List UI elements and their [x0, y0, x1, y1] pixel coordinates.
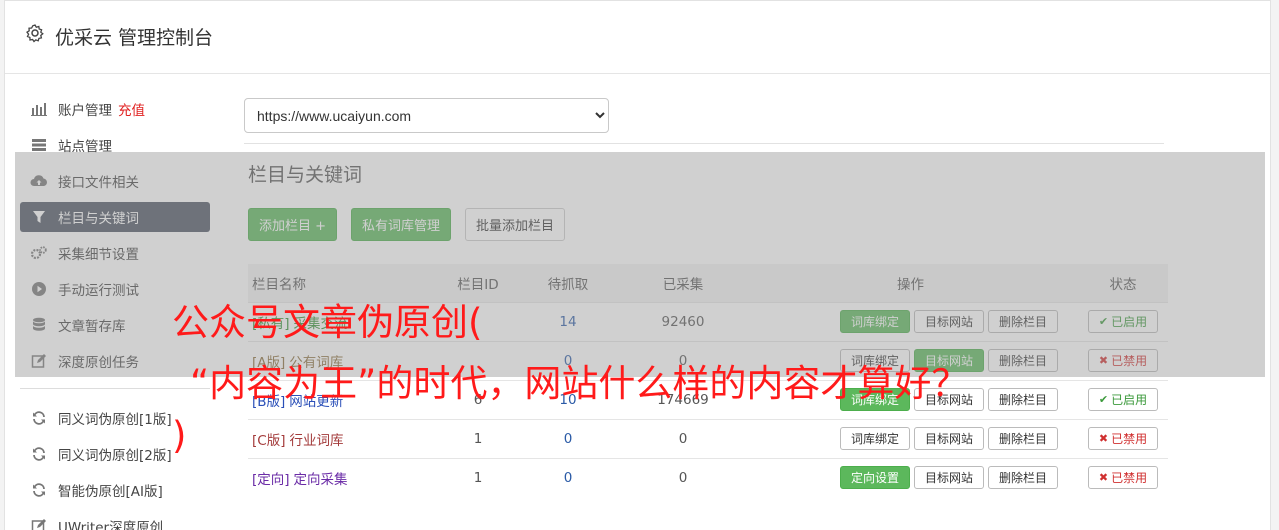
overlay-caption-line3: ): [172, 414, 187, 457]
sidebar-item-uwriter[interactable]: UWriter深度原创: [20, 511, 210, 530]
status-cell: ✖ 已禁用: [1078, 457, 1168, 497]
check-icon: ✔: [1098, 393, 1109, 406]
divider: [244, 143, 1164, 144]
sidebar-item-label: 智能伪原创[AI版]: [58, 484, 163, 500]
sidebar-item-account[interactable]: 账户管理 充值: [20, 94, 210, 124]
sidebar-item-label: 账户管理: [58, 103, 112, 119]
column-name-cell: [C版] 行业词库: [248, 418, 443, 458]
actions-cell: 定向设置 目标网站 删除栏目: [743, 457, 1078, 497]
main-content: https://www.ucaiyun.com 栏目与关键词 添加栏目 + 私有…: [244, 98, 1168, 497]
sidebar-item-label: 同义词伪原创[2版]: [58, 448, 172, 464]
refresh-icon: [30, 445, 48, 463]
table-row: [定向] 定向采集 1 0 0 定向设置 目标网站 删除栏目 ✖ 已禁用: [248, 457, 1168, 497]
status-toggle[interactable]: ✖ 已禁用: [1087, 427, 1159, 450]
pending-count: 0: [513, 418, 623, 458]
target-site-button[interactable]: 目标网站: [913, 466, 984, 490]
column-id: 1: [443, 457, 513, 497]
refresh-icon: [30, 409, 48, 427]
close-icon: ✖: [1098, 471, 1109, 485]
status-toggle[interactable]: ✖ 已禁用: [1087, 466, 1159, 490]
collected-count: 0: [623, 418, 743, 458]
pending-count: 0: [513, 457, 623, 497]
delete-column-button[interactable]: 删除栏目: [987, 466, 1058, 490]
delete-column-button[interactable]: 删除栏目: [987, 388, 1058, 411]
refresh-icon: [30, 481, 48, 499]
table-row: [C版] 行业词库 1 0 0 词库绑定 目标网站 删除栏目 ✖ 已禁用: [248, 418, 1168, 458]
column-name-cell: [定向] 定向采集: [248, 457, 443, 497]
sidebar-divider: [20, 388, 210, 389]
gear-icon: [26, 24, 44, 43]
status-cell: ✔ 已启用: [1078, 379, 1168, 419]
actions-cell: 词库绑定 目标网站 删除栏目: [743, 418, 1078, 458]
close-icon: ✖: [1098, 432, 1109, 445]
page-title: 优采云 管理控制台: [55, 27, 214, 49]
sidebar-item-ai[interactable]: 智能伪原创[AI版]: [20, 475, 210, 505]
header: 优采云 管理控制台: [5, 1, 1270, 74]
directed-settings-button[interactable]: 定向设置: [839, 466, 910, 490]
delete-column-button[interactable]: 删除栏目: [987, 427, 1058, 450]
target-site-button[interactable]: 目标网站: [913, 427, 984, 450]
status-cell: ✖ 已禁用: [1078, 418, 1168, 458]
recharge-link[interactable]: 充值: [118, 99, 145, 119]
bind-dictionary-button[interactable]: 词库绑定: [839, 427, 910, 450]
sidebar-item-label: 同义词伪原创[1版]: [58, 412, 172, 428]
collected-count: 0: [623, 457, 743, 497]
column-id: 1: [443, 418, 513, 458]
column-link[interactable]: [C版] 行业词库: [252, 433, 343, 449]
sidebar-item-label: UWriter深度原创: [58, 520, 164, 530]
edit-icon: [30, 517, 48, 530]
column-link[interactable]: [定向] 定向采集: [252, 472, 348, 488]
site-select[interactable]: https://www.ucaiyun.com: [244, 98, 609, 133]
overlay-caption-line1: 公众号文章伪原创(: [172, 301, 483, 344]
bar-chart-icon: [30, 100, 48, 118]
status-toggle[interactable]: ✔ 已启用: [1087, 388, 1159, 411]
overlay-caption-line2: “内容为王”的时代，网站什么样的内容才算好？: [190, 362, 969, 405]
